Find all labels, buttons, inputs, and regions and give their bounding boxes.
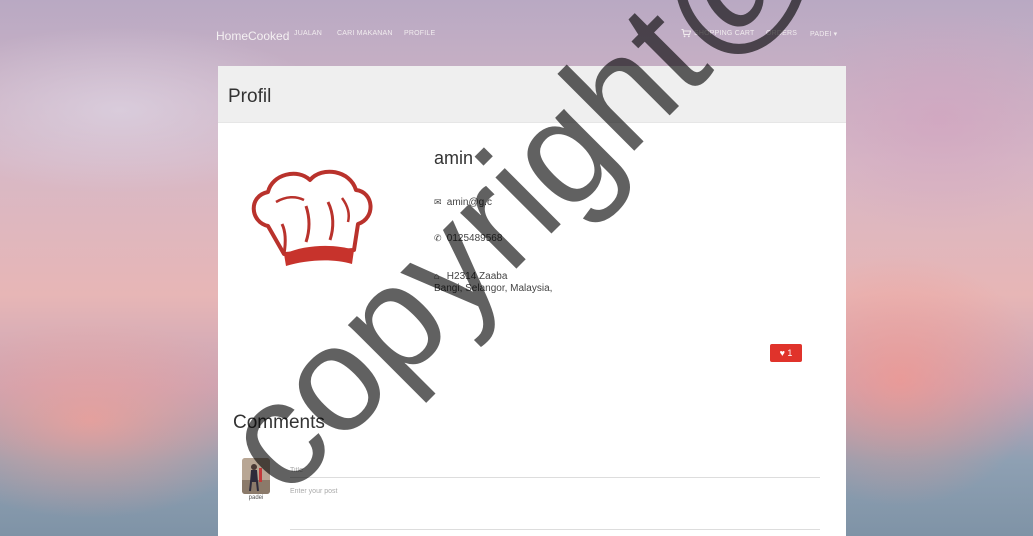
avatar-photo-icon (242, 458, 270, 494)
email-value: amin@g.c (446, 197, 492, 208)
nav-link-jualan[interactable]: JUALAN (294, 30, 322, 37)
profile-address: ⌂ H2314 Zaaba Bangi, Selangor, Malaysia, (434, 270, 552, 295)
profile-name: amin (434, 148, 474, 168)
like-button[interactable]: ♥ 1 (770, 344, 802, 362)
comment-user-name: padei (248, 495, 264, 501)
panel-header: Profil (218, 66, 846, 123)
nav-link-cari-makanan[interactable]: CARI MAKANAN (337, 30, 393, 37)
avatar (242, 458, 270, 494)
like-count: 1 (787, 348, 793, 358)
nav-link-shopping-cart[interactable]: SHOPPING CART (694, 30, 754, 37)
address-line-1: H2314 Zaaba (446, 271, 508, 282)
home-icon: ⌂ (434, 271, 440, 281)
address-line-2: Bangi, Selangor, Malaysia, (434, 283, 553, 294)
comment-title-input[interactable] (290, 464, 820, 478)
phone-value: 0125489568 (446, 233, 503, 244)
nav-link-orders[interactable]: ORDERS (766, 30, 797, 37)
profile-phone: ✆ 0125489568 (434, 232, 502, 245)
shopping-cart-icon (681, 29, 691, 38)
profile-email: ✉ amin@g.c (434, 196, 492, 209)
comment-post-input[interactable] (290, 486, 820, 530)
comments-heading: Comments (233, 412, 325, 433)
chef-hat-icon (251, 169, 373, 266)
nav-link-profile[interactable]: PROFILE (404, 30, 435, 37)
user-menu-dropdown[interactable]: PADEI ▾ (810, 30, 837, 38)
page-title: Profil (228, 86, 272, 107)
brand-logo[interactable]: HomeCooked (216, 29, 289, 43)
heart-icon: ♥ (779, 348, 785, 358)
phone-icon: ✆ (434, 233, 442, 243)
profile-panel: Profil amin ✉ amin@g.c ✆ 0125489568 ⌂ H2… (218, 66, 846, 536)
envelope-icon: ✉ (434, 197, 442, 207)
navbar: HomeCooked JUALAN CARI MAKANAN PROFILE S… (0, 0, 1033, 62)
